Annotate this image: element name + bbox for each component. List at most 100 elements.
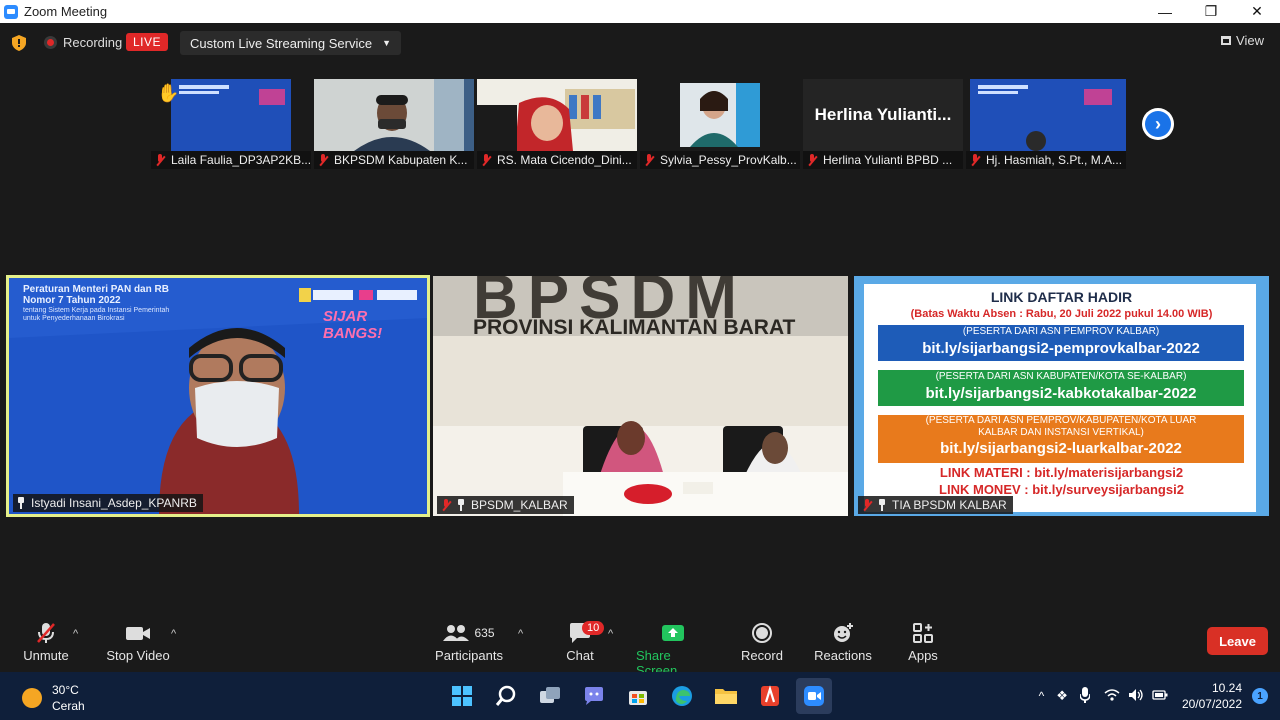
video-tile-speaker[interactable]: Peraturan Menteri PAN dan RB Nomor 7 Tah… <box>6 275 430 517</box>
participant-name-tag: BPSDM_KALBAR <box>437 496 574 514</box>
view-grid-icon <box>1221 36 1232 45</box>
task-view-button[interactable] <box>532 678 568 714</box>
meeting-topbar: Recording LIVE Custom Live Streaming Ser… <box>0 23 1280 63</box>
pin-icon <box>878 499 886 511</box>
participant-video <box>966 79 1126 151</box>
blue-link-note: (PESERTA DARI ASN PEMPROV KALBAR) <box>962 326 1160 337</box>
pin-icon <box>457 499 465 511</box>
weather-widget[interactable]: 30°C Cerah <box>22 682 85 714</box>
participant-thumb[interactable]: RS. Mata Cicendo_Dini... <box>477 79 637 169</box>
close-button[interactable]: ✕ <box>1234 0 1280 23</box>
speaker-volume-icon[interactable] <box>1128 688 1144 705</box>
muted-mic-icon <box>481 154 491 166</box>
os-taskbar: 30°C Cerah ^ ❖ 10.24 20/07/2022 1 <box>0 672 1280 720</box>
live-badge: LIVE <box>126 33 169 51</box>
unmute-button[interactable]: Unmute <box>22 618 70 663</box>
video-tile-room[interactable]: BPSDM PROVINSI KALIMANTAN BARAT BPSDM_KA… <box>433 276 848 516</box>
orange-link-note: KALBAR DAN INSTANSI VERTIKAL) <box>978 427 1144 438</box>
edge-button[interactable] <box>664 678 700 714</box>
participant-name: BPSDM_KALBAR <box>471 498 568 512</box>
notification-badge[interactable]: 1 <box>1252 688 1268 704</box>
view-label: View <box>1236 33 1264 48</box>
pin-icon <box>17 497 25 509</box>
participant-thumb[interactable]: ✋ Laila Faulia_DP3AP2KB... <box>151 79 311 169</box>
minimize-button[interactable]: — <box>1142 0 1188 23</box>
show-hidden-icons-chevron-icon[interactable]: ^ <box>1039 689 1045 703</box>
monev-link: LINK MONEV : bit.ly/surveysijarbangsi2 <box>939 482 1184 497</box>
microphone-icon[interactable] <box>1079 686 1091 706</box>
audio-options-caret[interactable]: ^ <box>73 628 78 640</box>
wifi-icon[interactable] <box>1104 688 1120 705</box>
video-tile-links[interactable]: LINK DAFTAR HADIR (Batas Waktu Absen : R… <box>854 276 1269 516</box>
slide-heading: LINK DAFTAR HADIR <box>990 289 1133 305</box>
slide-subtitle: untuk Penyederhanaan Birokrasi <box>23 315 125 322</box>
zoom-taskbar-button[interactable] <box>796 678 832 714</box>
meeting-toolbar: Unmute ^ Stop Video ^ 635 Participants ^… <box>0 618 1280 678</box>
record-button[interactable]: Record <box>740 618 784 663</box>
teams-chat-button[interactable] <box>576 678 612 714</box>
participant-thumb[interactable]: BKPSDM Kabupaten K... <box>314 79 474 169</box>
folder-icon <box>715 689 737 704</box>
clock-time: 10.24 <box>1211 681 1242 695</box>
muted-mic-icon <box>318 154 328 166</box>
orange-link-url: bit.ly/sijarbangsi2-luarkalbar-2022 <box>940 440 1182 457</box>
chat-caret[interactable]: ^ <box>608 628 613 640</box>
muted-mic-icon <box>155 154 165 166</box>
participant-video <box>477 79 637 151</box>
stream-label: Custom Live Streaming Service <box>190 35 373 51</box>
office-app-button[interactable] <box>752 678 788 714</box>
taskbar-apps <box>444 678 832 714</box>
recording-label: Recording <box>63 35 123 50</box>
window-controls: — ❐ ✕ <box>1142 0 1280 23</box>
share-screen-button[interactable]: Share Screen <box>636 618 710 678</box>
participant-thumb[interactable]: Sylvia_Pessy_ProvKalb... <box>640 79 800 169</box>
chat-label: Chat <box>566 648 594 663</box>
search-button[interactable] <box>488 678 524 714</box>
participant-name: Laila Faulia_DP3AP2KB... <box>171 153 311 167</box>
green-link-box: (PESERTA DARI ASN KABUPATEN/KOTA SE-KALB… <box>878 370 1244 406</box>
live-stream-dropdown[interactable]: Custom Live Streaming Service ▼ <box>180 31 401 55</box>
participants-caret[interactable]: ^ <box>518 628 523 640</box>
muted-mic-icon <box>441 499 451 511</box>
store-icon <box>629 691 647 705</box>
participant-name: Herlina Yulianti BPBD ... <box>823 153 953 167</box>
meeting-area: Recording LIVE Custom Live Streaming Ser… <box>0 23 1280 678</box>
chat-unread-badge: 10 <box>582 621 605 635</box>
wall-sign: PROVINSI KALIMANTAN BARAT <box>473 316 796 339</box>
microsoft-store-button[interactable] <box>620 678 656 714</box>
participant-thumb[interactable]: Herlina Yulianti... Herlina Yulianti BPB… <box>803 79 963 169</box>
stop-video-button[interactable]: Stop Video <box>106 618 170 663</box>
chevron-right-icon: › <box>1145 111 1171 137</box>
reactions-label: Reactions <box>814 648 872 663</box>
video-options-caret[interactable]: ^ <box>171 628 176 640</box>
windows-logo-icon <box>452 686 472 706</box>
view-button[interactable]: View <box>1221 33 1264 48</box>
weather-condition: Cerah <box>52 699 85 713</box>
share-screen-icon <box>661 618 685 648</box>
system-clock[interactable]: 10.24 20/07/2022 <box>1182 680 1242 712</box>
participant-thumb[interactable]: Hj. Hasmiah, S.Pt., M.A... <box>966 79 1126 169</box>
participant-strip: ✋ Laila Faulia_DP3AP2KB... BKPSDM Kabupa… <box>151 79 1126 169</box>
record-icon <box>751 618 773 648</box>
participants-button[interactable]: 635 Participants <box>435 618 503 663</box>
restore-button[interactable]: ❐ <box>1188 0 1234 23</box>
green-link-url: bit.ly/sijarbangsi2-kabkotakalbar-2022 <box>925 385 1197 402</box>
clock-date: 20/07/2022 <box>1181 697 1242 711</box>
stop-video-label: Stop Video <box>106 648 170 663</box>
reactions-button[interactable]: Reactions <box>814 618 872 663</box>
window-titlebar: Zoom Meeting — ❐ ✕ <box>0 0 1280 23</box>
next-page-button[interactable]: › <box>1142 108 1174 140</box>
participant-name: BKPSDM Kabupaten K... <box>334 153 468 167</box>
apps-button[interactable]: Apps <box>906 618 940 663</box>
zoom-app-icon <box>4 4 18 19</box>
security-shield-icon[interactable] <box>12 35 26 51</box>
battery-icon[interactable] <box>1152 689 1168 704</box>
caret-down-icon: ▼ <box>382 38 391 48</box>
start-button[interactable] <box>444 678 480 714</box>
muted-mic-icon <box>970 154 980 166</box>
recording-indicator[interactable]: Recording <box>44 35 122 50</box>
slide-subtitle: tentang Sistem Kerja pada Instansi Pemer… <box>23 307 170 314</box>
file-explorer-button[interactable] <box>708 678 744 714</box>
dropbox-icon[interactable]: ❖ <box>1056 688 1068 704</box>
leave-button[interactable]: Leave <box>1207 627 1268 655</box>
